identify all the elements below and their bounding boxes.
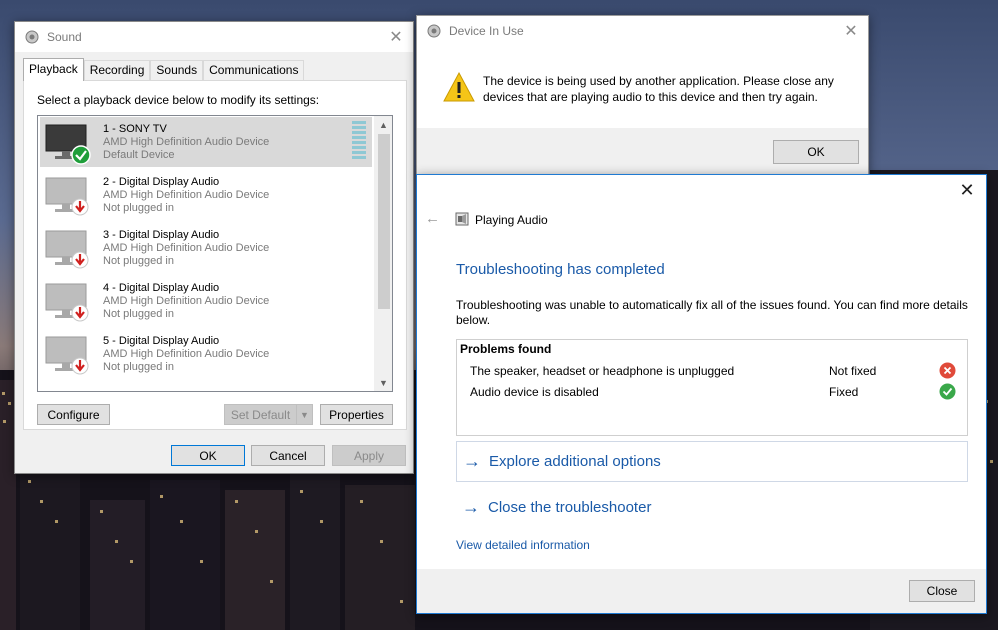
unplugged-arrow-icon	[71, 357, 89, 375]
ok-button[interactable]: OK	[171, 445, 245, 466]
device-in-use-footer: OK	[417, 128, 868, 174]
arrow-right-icon: →	[462, 497, 480, 517]
view-details-link[interactable]: View detailed information	[456, 538, 590, 552]
device-list[interactable]: 1 - SONY TV AMD High Definition Audio De…	[37, 115, 393, 392]
device-status: Not plugged in	[103, 308, 174, 320]
device-name: 1 - SONY TV	[103, 123, 167, 135]
device-status: Not plugged in	[103, 255, 174, 267]
device-item[interactable]: 2 - Digital Display Audio AMD High Defin…	[40, 170, 372, 220]
sound-titlebar[interactable]: Sound	[15, 22, 413, 52]
troubleshooter-close-button[interactable]: Close	[909, 580, 975, 602]
sound-tabs: Playback Recording Sounds Communications	[23, 58, 305, 81]
scroll-thumb[interactable]	[378, 134, 390, 309]
device-in-use-titlebar[interactable]: Device In Use	[417, 16, 868, 46]
close-troubleshooter-link[interactable]: → Close the troubleshooter	[456, 487, 968, 528]
device-status: Not plugged in	[103, 202, 174, 214]
tab-communications[interactable]: Communications	[203, 60, 305, 80]
tab-recording[interactable]: Recording	[83, 60, 151, 80]
properties-button[interactable]: Properties	[320, 404, 393, 425]
device-status: Not plugged in	[103, 361, 174, 373]
device-driver: AMD High Definition Audio Device	[103, 136, 270, 148]
unplugged-arrow-icon	[71, 251, 89, 269]
troubleshooter-icon	[455, 212, 469, 226]
apply-button[interactable]: Apply	[332, 445, 406, 466]
configure-button[interactable]: Configure	[37, 404, 110, 425]
arrow-right-icon: →	[463, 451, 481, 471]
close-troubleshooter-label: Close the troubleshooter	[488, 499, 652, 516]
volume-meter	[352, 121, 366, 163]
unplugged-arrow-icon	[71, 304, 89, 322]
device-list-scrollbar[interactable]: ▲ ▼	[374, 116, 392, 391]
device-item[interactable]: 3 - Digital Display Audio AMD High Defin…	[40, 223, 372, 273]
troubleshooter-footer: Close	[417, 569, 986, 613]
device-status: Default Device	[103, 149, 175, 161]
device-name: 3 - Digital Display Audio	[103, 229, 220, 241]
explore-options-link[interactable]: → Explore additional options	[456, 441, 968, 482]
device-in-use-title: Device In Use	[449, 24, 524, 38]
device-name: 2 - Digital Display Audio	[103, 176, 220, 188]
success-check-icon	[939, 383, 956, 400]
device-driver: AMD High Definition Audio Device	[103, 295, 270, 307]
playback-instruction: Select a playback device below to modify…	[37, 93, 320, 107]
problem-name: The speaker, headset or headphone is unp…	[470, 364, 735, 378]
unplugged-arrow-icon	[71, 198, 89, 216]
problem-row: Audio device is disabled Fixed	[470, 383, 965, 401]
troubleshooting-description: Troubleshooting was unable to automatica…	[456, 298, 968, 327]
problems-header: Problems found	[460, 342, 552, 356]
troubleshooter-title: Playing Audio	[475, 213, 548, 227]
problem-row: The speaker, headset or headphone is unp…	[470, 362, 965, 380]
warning-icon	[443, 71, 475, 102]
problem-status: Not fixed	[829, 364, 877, 378]
set-default-dropdown-icon[interactable]: ▼	[296, 404, 313, 425]
tab-playback[interactable]: Playback	[23, 58, 84, 81]
device-driver: AMD High Definition Audio Device	[103, 348, 270, 360]
device-name: 4 - Digital Display Audio	[103, 282, 220, 294]
device-in-use-message: The device is being used by another appl…	[483, 74, 834, 104]
playback-panel: Select a playback device below to modify…	[23, 80, 407, 430]
sound-title: Sound	[47, 30, 82, 44]
check-icon	[71, 145, 91, 165]
problems-found-box: Problems found The speaker, headset or h…	[456, 339, 968, 436]
scroll-down-icon[interactable]: ▼	[375, 374, 392, 391]
cancel-button[interactable]: Cancel	[251, 445, 325, 466]
device-item[interactable]: 4 - Digital Display Audio AMD High Defin…	[40, 276, 372, 326]
sound-dialog: Sound ✕ Playback Recording Sounds Commun…	[14, 21, 414, 474]
device-driver: AMD High Definition Audio Device	[103, 242, 270, 254]
error-x-icon	[939, 362, 956, 379]
troubleshooter-window: ✕ ← Playing Audio Troubleshooting has co…	[416, 174, 987, 614]
speaker-icon	[25, 30, 39, 44]
problem-name: Audio device is disabled	[470, 385, 599, 399]
tab-sounds[interactable]: Sounds	[150, 60, 204, 80]
device-in-use-close-button[interactable]: ✕	[840, 20, 862, 42]
scroll-up-icon[interactable]: ▲	[375, 116, 392, 133]
troubleshooting-heading: Troubleshooting has completed	[456, 261, 665, 278]
sound-close-button[interactable]: ✕	[385, 26, 407, 48]
explore-options-label: Explore additional options	[489, 453, 661, 470]
device-in-use-ok-button[interactable]: OK	[773, 140, 859, 164]
speaker-icon	[427, 24, 441, 38]
device-in-use-dialog: Device In Use ✕ The device is being used…	[416, 15, 869, 175]
device-item[interactable]: 1 - SONY TV AMD High Definition Audio De…	[40, 117, 372, 167]
set-default-button[interactable]: Set Default	[224, 404, 296, 425]
device-driver: AMD High Definition Audio Device	[103, 189, 270, 201]
device-item[interactable]: 5 - Digital Display Audio AMD High Defin…	[40, 329, 372, 379]
back-arrow-icon[interactable]: ←	[425, 210, 440, 227]
device-name: 5 - Digital Display Audio	[103, 335, 220, 347]
troubleshooter-close-icon[interactable]: ✕	[956, 179, 978, 201]
problem-status: Fixed	[829, 385, 859, 399]
